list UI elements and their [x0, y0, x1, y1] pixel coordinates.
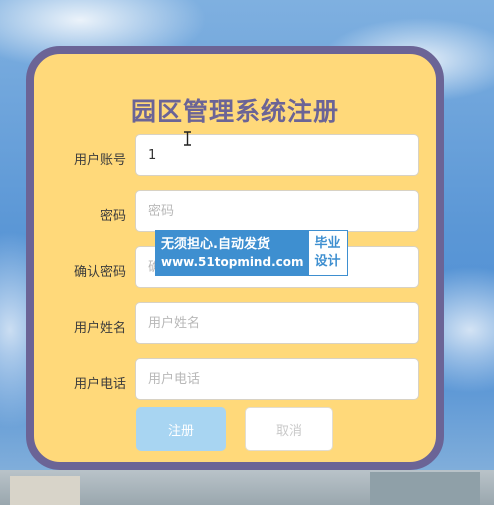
phone-input[interactable]: [135, 358, 419, 400]
watermark-side-line1: 毕业: [314, 236, 341, 251]
confirm-password-label: 确认密码: [73, 265, 126, 280]
watermark-side-line2: 设计: [314, 254, 341, 269]
username-input[interactable]: [135, 134, 419, 176]
cancel-button[interactable]: 取消: [245, 407, 333, 451]
page-title: 园区管理系统注册: [130, 97, 339, 126]
password-label: 密码: [99, 209, 126, 224]
watermark-url: www.51topmind.com: [161, 255, 304, 269]
phone-label: 用户电话: [73, 377, 126, 392]
background-buildings: [0, 470, 494, 505]
password-input[interactable]: [135, 190, 419, 232]
watermark-main: 无须担心.自动发货 www.51topmind.com: [156, 231, 309, 275]
username-label: 用户账号: [73, 153, 126, 168]
watermark-side: 毕业 设计: [309, 231, 347, 275]
building-shape: [370, 472, 480, 505]
real-name-input[interactable]: [135, 302, 419, 344]
building-shape: [10, 476, 80, 505]
text-cursor-icon: [184, 131, 191, 146]
real-name-label: 用户姓名: [73, 321, 126, 336]
watermark-slogan: 无须担心.自动发货: [161, 237, 270, 252]
watermark-banner: 无须担心.自动发货 www.51topmind.com 毕业 设计: [155, 230, 348, 276]
register-button[interactable]: 注册: [136, 407, 226, 451]
